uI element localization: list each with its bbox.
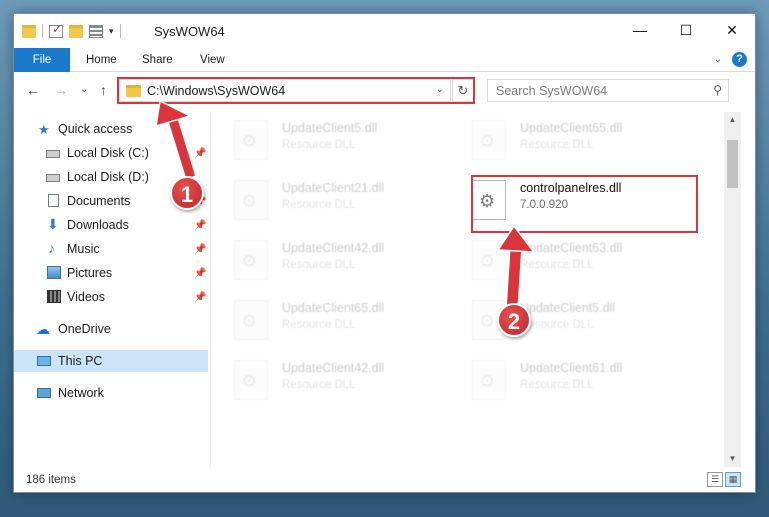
scroll-up-icon[interactable]: ▲ [724, 112, 741, 128]
close-button[interactable]: ✕ [709, 14, 755, 46]
network-icon [37, 388, 51, 398]
file-highlight-box [471, 175, 698, 233]
navigation-pane: ★ Quick access Local Disk (C:) 📌 Local D… [14, 112, 208, 467]
cloud-icon: ☁ [36, 321, 50, 337]
file-list: UpdateClient5.dll Resource DLL UpdateCli… [214, 112, 722, 467]
file-item[interactable]: UpdateClient5.dll Resource DLL [214, 114, 444, 172]
download-icon: ⬇ [47, 216, 59, 232]
sidebar-item-quick-access[interactable]: ★ Quick access [14, 118, 208, 140]
drive-icon [46, 150, 60, 158]
pin-icon[interactable]: 📌 [194, 292, 206, 303]
pin-icon[interactable]: 📌 [194, 268, 206, 279]
window-controls: — ☐ ✕ [617, 14, 755, 46]
pictures-icon [47, 266, 61, 279]
search-icon[interactable]: ⚲ [713, 83, 722, 97]
scroll-thumb[interactable] [727, 140, 738, 188]
file-item[interactable]: UpdateClient65.dll Resource DLL [214, 294, 444, 352]
item-count: 186 items [26, 474, 76, 486]
file-item[interactable]: UpdateClient21.dll Resource DLL [214, 174, 444, 232]
window-title: SysWOW64 [154, 24, 225, 39]
search-placeholder: Search SysWOW64 [496, 84, 608, 98]
qat-dropdown-icon[interactable]: ▾ [109, 26, 114, 37]
file-explorer-window: ▾ SysWOW64 — ☐ ✕ File Home Share View ⌄ … [13, 13, 756, 493]
tab-file[interactable]: File [14, 48, 70, 72]
title-bar: ▾ SysWOW64 — ☐ ✕ [14, 14, 755, 48]
file-item[interactable]: UpdateClient5.dll Resource DLL [452, 294, 682, 352]
file-item[interactable]: UpdateClient42.dll Resource DLL [214, 354, 444, 412]
computer-icon [37, 356, 51, 366]
sidebar-item-onedrive[interactable]: ☁ OneDrive [14, 318, 208, 340]
drive-icon [46, 174, 60, 182]
properties-check-icon[interactable] [49, 22, 63, 38]
file-item[interactable]: UpdateClient65.dll Resource DLL [452, 114, 682, 172]
sidebar-item-downloads[interactable]: ⬇ Downloads 📌 [14, 214, 208, 236]
search-input[interactable]: Search SysWOW64 ⚲ [487, 79, 729, 102]
sidebar-item-pictures[interactable]: Pictures 📌 [14, 262, 208, 284]
document-icon [48, 194, 59, 207]
ribbon-tabs: File Home Share View ⌄ ? [14, 48, 755, 72]
new-folder-icon[interactable] [69, 24, 83, 38]
large-icons-view-icon[interactable]: ▦ [725, 472, 741, 487]
videos-icon [47, 290, 61, 303]
up-arrow-icon[interactable]: ↑ [100, 82, 107, 98]
minimize-button[interactable]: — [617, 14, 663, 46]
file-item[interactable]: UpdateClient42.dll Resource DLL [214, 234, 444, 292]
help-icon[interactable]: ? [732, 52, 747, 67]
sidebar-item-music[interactable]: ♪ Music 📌 [14, 238, 208, 260]
sidebar-item-local-disk-c[interactable]: Local Disk (C:) 📌 [14, 142, 208, 164]
status-bar: 186 items ☰ ▦ [14, 468, 755, 492]
step-1-marker: 1 [170, 176, 204, 210]
vertical-scrollbar[interactable]: ▲ ▼ [724, 112, 741, 467]
expand-ribbon-icon[interactable]: ⌄ [714, 54, 722, 65]
scroll-down-icon[interactable]: ▼ [724, 451, 741, 467]
dll-file-icon [234, 300, 268, 340]
pin-icon[interactable]: 📌 [194, 148, 206, 159]
dll-file-icon [234, 120, 268, 160]
pin-icon[interactable]: 📌 [194, 220, 206, 231]
customize-icon[interactable] [89, 24, 103, 38]
dll-file-icon [234, 240, 268, 280]
sidebar-item-network[interactable]: Network [14, 382, 208, 404]
dll-file-icon [234, 180, 268, 220]
dll-file-icon [472, 120, 506, 160]
recent-locations-icon[interactable]: ⌄ [80, 84, 88, 95]
dll-file-icon [234, 360, 268, 400]
address-highlight-box [117, 77, 475, 104]
tab-share[interactable]: Share [128, 48, 187, 72]
tab-home[interactable]: Home [72, 48, 131, 72]
star-icon: ★ [38, 122, 50, 137]
folder-icon [22, 24, 36, 38]
details-view-icon[interactable]: ☰ [707, 472, 723, 487]
quick-access-toolbar: ▾ [22, 22, 121, 38]
tab-view[interactable]: View [186, 48, 239, 72]
sidebar-item-this-pc[interactable]: This PC [14, 350, 208, 372]
back-arrow-icon[interactable]: ← [26, 82, 40, 98]
music-icon: ♪ [48, 240, 55, 256]
maximize-button[interactable]: ☐ [663, 14, 709, 46]
forward-arrow-icon[interactable]: → [54, 82, 68, 98]
step-2-marker: 2 [497, 303, 531, 337]
dll-file-icon [472, 360, 506, 400]
pin-icon[interactable]: 📌 [194, 244, 206, 255]
dll-file-icon [472, 240, 506, 280]
file-item[interactable]: UpdateClient63.dll Resource DLL [452, 234, 682, 292]
file-item[interactable]: UpdateClient61.dll Resource DLL [452, 354, 682, 412]
address-row: ← → ⌄ ↑ C:\Windows\SysWOW64 ⌄ ↻ Search S… [14, 73, 755, 107]
sidebar-item-videos[interactable]: Videos 📌 [14, 286, 208, 308]
